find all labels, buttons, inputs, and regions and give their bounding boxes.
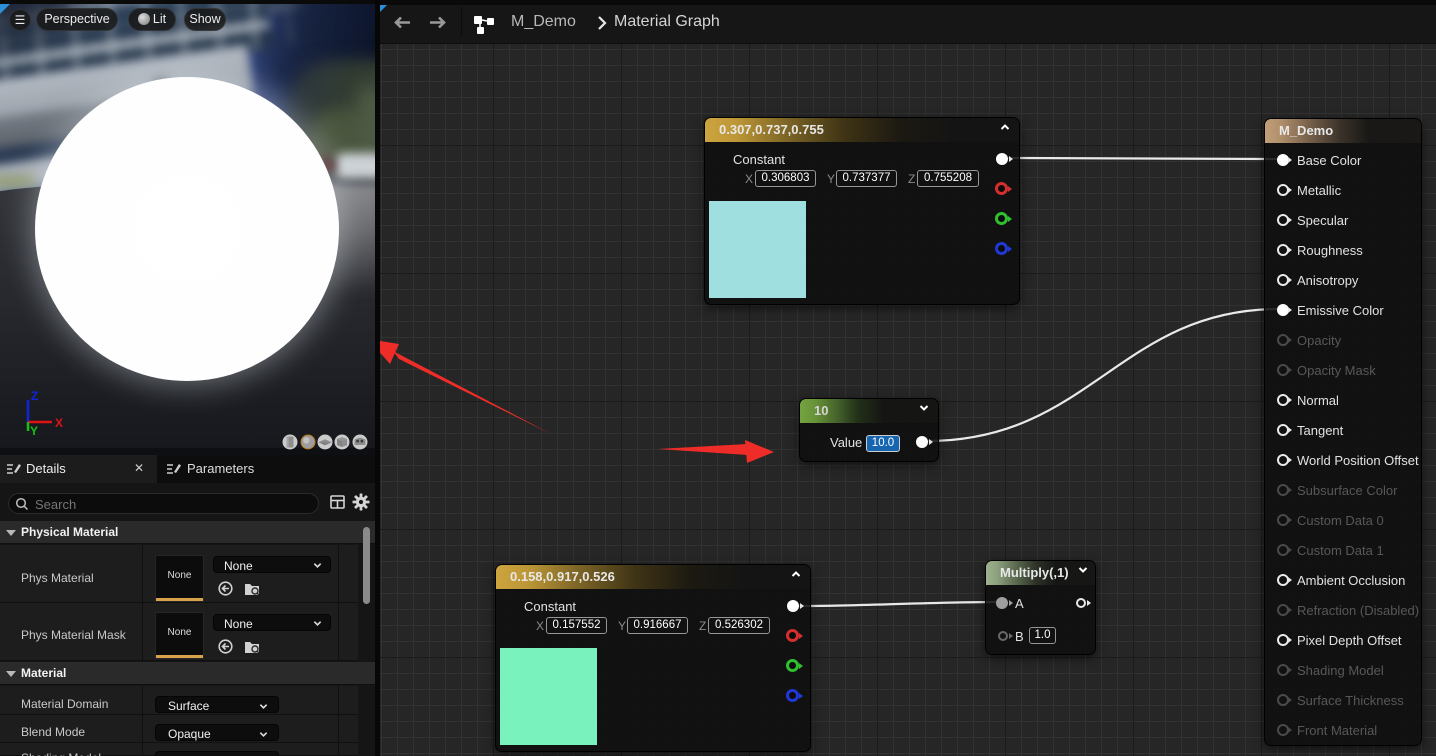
svg-text:Y: Y [30, 424, 38, 437]
svg-text:X: X [55, 416, 63, 430]
svg-text:Z: Z [31, 389, 38, 403]
